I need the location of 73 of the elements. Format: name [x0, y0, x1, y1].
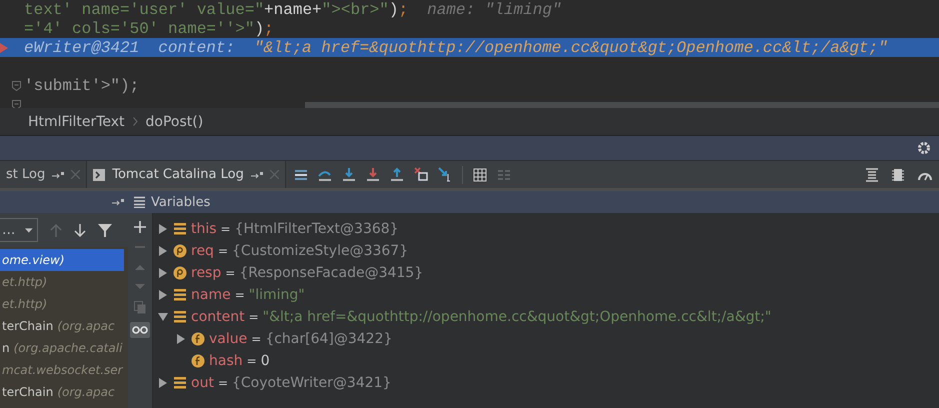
force-step-into-icon[interactable] [366, 167, 380, 182]
expand-arrow-icon[interactable] [159, 224, 167, 234]
step-out-icon[interactable] [390, 167, 404, 182]
glasses-icon [132, 325, 148, 335]
code-text: ) [388, 0, 398, 18]
breadcrumb-item[interactable]: HtmlFilterText [28, 114, 125, 130]
align-icon[interactable] [865, 168, 879, 182]
thread-dropdown[interactable]: ... [0, 218, 38, 242]
add-icon[interactable] [134, 221, 146, 233]
expand-arrow-icon[interactable] [177, 334, 185, 344]
field-icon [173, 288, 187, 302]
parameter-icon [173, 266, 187, 280]
inline-debug-value: "&lt;a href=&quothttp://openhome.cc&quot&gt;Openhome.cc&lt;/a&gt;" [254, 38, 888, 56]
breadcrumb-item[interactable]: doPost() [146, 114, 204, 130]
close-icon [71, 170, 80, 179]
glasses-toggle[interactable] [130, 322, 150, 338]
stack-frame[interactable]: n (org.apache.catali [0, 337, 124, 359]
filter-icon[interactable] [98, 224, 112, 236]
down-arrow-icon[interactable] [74, 224, 86, 236]
panel-title: Variables [151, 194, 210, 210]
stack-frame[interactable]: ome.view) [0, 249, 124, 271]
code-text: ; [264, 20, 274, 38]
pin-icon [250, 170, 263, 178]
code-text: ='4' cols='50' name=''>" [24, 20, 254, 38]
step-into-icon[interactable] [342, 167, 356, 182]
stack-frame[interactable]: terChain (org.apac [0, 381, 124, 403]
field-icon [173, 376, 187, 390]
field-icon [173, 310, 187, 324]
inline-debug-value: name: "liming" [427, 0, 562, 18]
inline-debug-value: eWriter@3421 [24, 38, 140, 56]
collapse-arrow-icon[interactable] [158, 313, 168, 321]
expand-arrow-icon[interactable] [159, 290, 167, 300]
expand-arrow-icon[interactable] [159, 268, 167, 278]
expand-arrow-icon[interactable] [159, 246, 167, 256]
variable-row[interactable]: out = {CoyoteWriter@3421} [153, 372, 939, 394]
run-to-cursor-icon[interactable] [438, 167, 452, 182]
table-icon[interactable] [472, 168, 487, 182]
variable-row[interactable]: hash = 0 [153, 350, 939, 372]
variable-row[interactable]: value = {char[64]@3422} [153, 328, 939, 350]
chevron-icon [132, 117, 138, 126]
tab[interactable]: Tomcat Catalina Log [87, 161, 286, 188]
settings-icon[interactable] [917, 141, 931, 155]
code-text: ; [398, 0, 408, 18]
expand-arrow-icon[interactable] [159, 378, 167, 388]
fold-icon [12, 80, 21, 90]
code-text: 'submit'>"); [24, 76, 140, 94]
variable-row[interactable]: name = "liming" [153, 284, 939, 306]
memory-icon[interactable] [891, 168, 905, 182]
variable-row[interactable]: req = {CustomizeStyle@3367} [153, 240, 939, 262]
parameter-icon [173, 244, 187, 258]
console-icon [93, 168, 106, 180]
code-text: +name+ [264, 0, 322, 18]
code-text: text' name='user' value=" [24, 0, 264, 18]
stack-frame[interactable]: terChain (org.apac [0, 315, 124, 337]
caret-icon [25, 228, 33, 232]
horizontal-scrollbar[interactable] [305, 102, 939, 108]
drop-frame-icon[interactable] [414, 167, 428, 182]
final-field-icon [191, 354, 205, 368]
variable-row[interactable]: resp = {ResponseFacade@3415} [153, 262, 939, 284]
fold-icon [12, 100, 21, 108]
lines-icon[interactable] [294, 167, 308, 182]
inline-debug-value: content: [158, 38, 236, 56]
variable-row[interactable]: this = {HtmlFilterText@3368} [153, 218, 939, 240]
code-text: ) [254, 20, 264, 38]
pin-icon[interactable] [112, 198, 124, 206]
pin-icon [52, 170, 64, 178]
code-text: "><br>" [322, 0, 389, 18]
list-icon [134, 196, 145, 208]
variable-row[interactable]: content = "&lt;a href=&quothttp://openhome.cc&quot&gt;Openhome.cc&lt;/a&gt;" [153, 306, 939, 328]
breakpoint-icon [0, 42, 8, 54]
final-field-icon [191, 332, 205, 346]
field-icon [173, 222, 187, 236]
close-icon [270, 170, 279, 179]
